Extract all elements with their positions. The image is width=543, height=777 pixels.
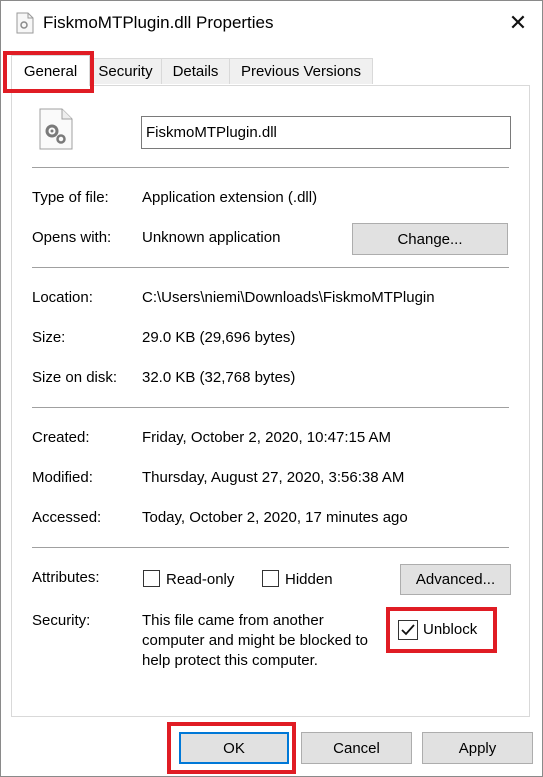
advanced-button[interactable]: Advanced...: [400, 564, 511, 595]
unblock-label[interactable]: Unblock: [423, 621, 477, 638]
unblock-checkbox[interactable]: [398, 620, 418, 640]
accessed-label: Accessed:: [32, 509, 102, 526]
tab-previous-versions[interactable]: Previous Versions: [229, 58, 373, 84]
attributes-label: Attributes:: [32, 569, 100, 586]
security-label: Security:: [32, 612, 91, 629]
divider: [32, 167, 509, 168]
readonly-checkbox[interactable]: [143, 570, 160, 587]
security-text-line1: This file came from another: [142, 612, 324, 629]
window-title: FiskmoMTPlugin.dll Properties: [43, 13, 274, 32]
divider: [32, 407, 509, 408]
filename-field[interactable]: FiskmoMTPlugin.dll: [141, 116, 511, 149]
opens-with-label: Opens with:: [32, 229, 112, 246]
size-on-disk-label: Size on disk:: [32, 369, 118, 386]
accessed-value: Today, October 2, 2020, 17 minutes ago: [142, 509, 408, 526]
modified-value: Thursday, August 27, 2020, 3:56:38 AM: [142, 469, 405, 486]
hidden-label[interactable]: Hidden: [285, 571, 333, 588]
dll-gear-icon: [39, 108, 73, 150]
checkmark-icon: [401, 624, 415, 636]
ok-button[interactable]: OK: [179, 732, 289, 764]
divider: [32, 547, 509, 548]
size-on-disk-value: 32.0 KB (32,768 bytes): [142, 369, 296, 386]
hidden-checkbox[interactable]: [262, 570, 279, 587]
apply-button[interactable]: Apply: [422, 732, 533, 764]
readonly-label[interactable]: Read-only: [166, 571, 234, 588]
tab-security[interactable]: Security: [89, 58, 162, 84]
type-of-file-label: Type of file:: [32, 189, 109, 206]
opens-with-value: Unknown application: [142, 229, 281, 246]
tab-details[interactable]: Details: [161, 58, 230, 84]
security-text-line2: computer and might be blocked to: [142, 632, 368, 649]
location-label: Location:: [32, 289, 93, 306]
change-button[interactable]: Change...: [352, 223, 508, 255]
cancel-button[interactable]: Cancel: [301, 732, 412, 764]
security-text-line3: help protect this computer.: [142, 652, 318, 669]
created-value: Friday, October 2, 2020, 10:47:15 AM: [142, 429, 392, 446]
tab-general[interactable]: General: [11, 55, 90, 86]
location-value: C:\Users\niemi\Downloads\FiskmoMTPlugin: [142, 289, 435, 306]
type-of-file-value: Application extension (.dll): [142, 189, 318, 206]
divider: [32, 267, 509, 268]
size-label: Size:: [32, 329, 66, 346]
close-icon[interactable]: ✕: [508, 12, 528, 34]
file-icon-small: [16, 12, 34, 34]
size-value: 29.0 KB (29,696 bytes): [142, 329, 296, 346]
modified-label: Modified:: [32, 469, 93, 486]
created-label: Created:: [32, 429, 90, 446]
